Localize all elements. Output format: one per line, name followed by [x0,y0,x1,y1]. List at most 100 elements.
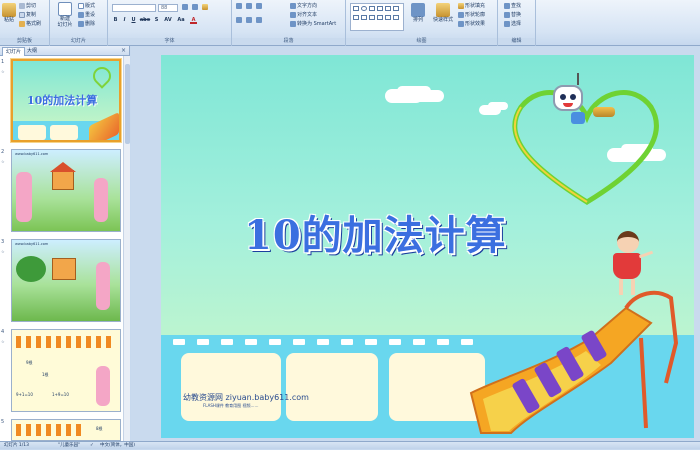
char-spacing-button[interactable]: AV [163,17,173,24]
slide-thumbnail[interactable]: 9根 1根 9+1=10 1+9=10 [11,329,121,412]
grow-font-button[interactable] [182,4,188,10]
more-shapes-icon[interactable] [393,15,399,20]
find-button[interactable]: 查找 [504,2,521,9]
tab-slides[interactable]: 幻灯片 [2,47,26,56]
robot-head-image [553,85,583,111]
thumb-label: 1根 [42,372,49,377]
robot-body [571,112,585,124]
thumb-url: www.baby611.com [15,242,49,246]
arrange-button[interactable]: 排列 [410,3,426,23]
ribbon: 粘贴 剪切 复制 格式刷 剪贴板 新建 幻灯片 版式 重设 删除 幻灯片 88 … [0,0,700,46]
current-slide[interactable]: 10的加法计算 幼教资源网 ziyuan.baby611.com FLASH课件… [161,55,694,438]
smartart-icon [290,20,296,27]
clear-format-button[interactable] [202,4,208,10]
film-frame [286,353,378,421]
slide-thumbnail[interactable]: www.baby611.com [11,149,121,232]
text-direction-button[interactable]: 文字方向 [290,2,317,9]
panel-scrollbar[interactable] [123,56,130,441]
star-shape-icon[interactable] [361,15,367,20]
bullets-button[interactable] [236,3,242,9]
rounded-rect-shape-icon[interactable] [353,15,359,20]
underline-button[interactable]: U [130,17,137,24]
slide-thumbnail-row[interactable]: 4 ☆ 9根 1根 9+1=10 1+9=10 [0,329,126,414]
smartart-button[interactable]: 转换为 SmartArt [290,20,336,27]
animation-star-icon: ☆ [1,339,5,344]
clipboard-group: 粘贴 剪切 复制 格式刷 剪贴板 [0,0,50,46]
slide-thumbnail[interactable]: www.baby611.com [11,239,121,322]
align-right-button[interactable] [256,17,262,23]
change-case-button[interactable]: Aa [176,17,186,24]
textbox-shape-icon[interactable] [393,6,399,11]
slide-thumbnail-row[interactable]: 5 8根 [0,419,126,441]
quick-styles-button[interactable]: 快速样式 [430,3,456,23]
scrollbar-thumb[interactable] [125,64,130,144]
thumb-frame [18,125,46,140]
slide-thumbnail[interactable]: 8根 [11,419,121,441]
tab-outline[interactable]: 大纲 [24,47,40,56]
layout-button[interactable]: 版式 [78,2,95,9]
girl-head-image [617,231,639,253]
font-color-button[interactable]: A [190,17,197,24]
thumb-equation: 1+9=10 [52,392,69,397]
telescope-image [593,107,615,117]
slide-number: 4 [1,329,5,335]
copy-button[interactable]: 复制 [19,11,36,18]
slide-thumbnail-row[interactable]: 3 ☆ www.baby611.com [0,239,126,324]
editing-group: 查找 替换 选择 编辑 [498,0,536,46]
shape-outline-button[interactable]: 形状轮廓 [458,11,485,18]
effects-icon [458,20,464,27]
align-center-button[interactable] [246,17,252,23]
font-family-select[interactable] [112,4,156,12]
thumb-url: www.baby611.com [15,152,49,156]
shape-fill-button[interactable]: 形状填充 [458,2,485,9]
shrink-font-button[interactable] [192,4,198,10]
format-painter-button[interactable]: 格式刷 [19,20,41,27]
close-panel-icon[interactable]: × [121,47,126,54]
film-frame [181,353,281,421]
slide-thumbnail[interactable]: 10的加法计算 [11,59,121,142]
font-size-select[interactable]: 88 [158,4,178,12]
indent-button[interactable] [256,3,262,9]
replace-button[interactable]: 替换 [504,11,521,18]
thumb-house [52,258,76,280]
cut-button[interactable]: 剪切 [19,2,36,9]
numbering-button[interactable] [246,3,252,9]
align-text-button[interactable]: 对齐文本 [290,11,317,18]
shadow-button[interactable]: S [153,17,160,24]
cursor-icon [504,20,510,27]
bold-button[interactable]: B [112,17,119,24]
slide-thumbnail-row[interactable]: 1 ☆ 10的加法计算 [0,59,126,144]
brush-icon [19,20,25,27]
arrow-shape-icon[interactable] [377,6,383,11]
delete-slide-button[interactable]: 删除 [78,20,95,27]
callout-shape-icon[interactable] [385,15,391,20]
oval-shape-icon[interactable] [361,6,367,11]
strikethrough-button[interactable]: abe [139,17,151,24]
brace-shape-icon[interactable] [369,15,375,20]
new-slide-button[interactable]: 新建 幻灯片 [56,2,74,28]
align-left-button[interactable] [236,17,242,23]
select-button[interactable]: 选择 [504,20,521,27]
grow-font-icon [182,4,188,10]
animation-star-icon: ☆ [1,249,5,254]
shrink-font-icon [192,4,198,10]
layout-icon [78,2,84,9]
italic-button[interactable]: I [121,17,128,24]
paste-button[interactable]: 粘贴 [2,3,16,23]
rectangle-shape-icon[interactable] [353,6,359,11]
shapes-gallery[interactable] [350,3,404,31]
font-group: 88 B I U abe S AV Aa A 字体 [108,0,232,46]
cloud-image [385,89,423,103]
slide-title[interactable]: 10的加法计算 [244,203,507,261]
slide-thumbnail-row[interactable]: 2 ☆ www.baby611.com [0,149,126,234]
numbering-icon [246,3,252,9]
slide-number: 5 [1,419,5,425]
thumb-carrots [16,424,86,436]
line-shape-icon[interactable] [369,6,375,11]
arrange-icon [411,3,425,17]
shape-effects-button[interactable]: 形状效果 [458,20,485,27]
reset-button[interactable]: 重设 [78,11,95,18]
curve-shape-icon[interactable] [377,15,383,20]
reset-icon [78,11,84,18]
triangle-shape-icon[interactable] [385,6,391,11]
